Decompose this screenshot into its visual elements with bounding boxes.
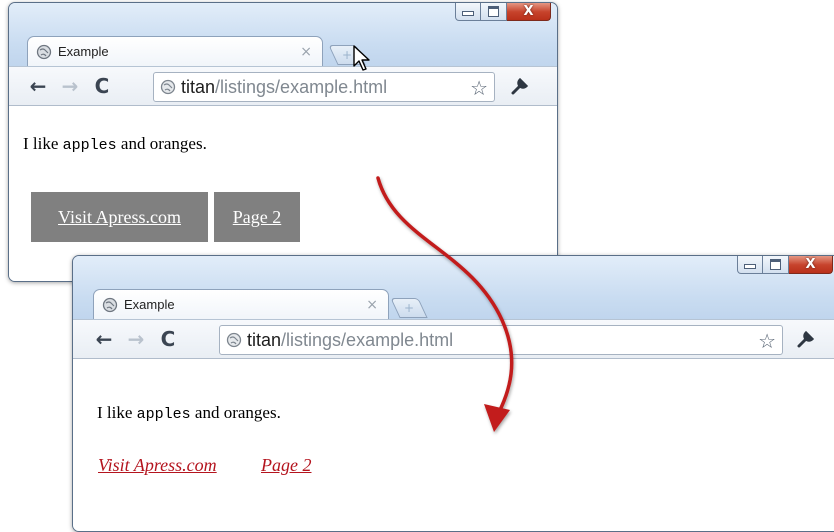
browser-window-before: X Example × + ← → C titan/listings/examp… xyxy=(8,2,558,282)
link-page-2[interactable]: Page 2 xyxy=(261,455,311,476)
forward-arrow-icon: → xyxy=(127,327,145,351)
globe-icon xyxy=(160,79,176,95)
forward-arrow-icon: → xyxy=(61,74,79,98)
browser-toolbar: ← → C titan/listings/example.html ☆ xyxy=(9,66,557,106)
forward-button[interactable]: → xyxy=(57,73,83,99)
tab-example[interactable]: Example × xyxy=(27,36,323,66)
mouse-cursor-icon xyxy=(353,45,370,71)
forward-button[interactable]: → xyxy=(123,326,149,352)
url-text: titan/listings/example.html xyxy=(181,76,388,97)
reload-button[interactable]: C xyxy=(89,73,115,99)
back-button[interactable]: ← xyxy=(25,73,51,99)
browser-window-after: X Example × + ← → C titan/listings/examp… xyxy=(72,255,834,532)
window-controls: X xyxy=(737,256,833,274)
bookmark-star-icon[interactable]: ☆ xyxy=(758,329,776,353)
address-bar[interactable]: titan/listings/example.html ☆ xyxy=(219,325,783,355)
close-window-button[interactable]: X xyxy=(789,256,833,274)
maximize-icon xyxy=(488,5,499,17)
code-span: apples xyxy=(136,406,191,423)
close-icon: X xyxy=(523,3,534,19)
close-window-button[interactable]: X xyxy=(507,3,551,21)
tab-close-icon[interactable]: × xyxy=(300,44,312,60)
reload-icon: C xyxy=(160,327,176,351)
globe-icon xyxy=(226,332,242,348)
maximize-button[interactable] xyxy=(763,256,789,274)
minimize-button[interactable] xyxy=(455,3,481,21)
reload-icon: C xyxy=(94,74,110,98)
link-visit-apress[interactable]: Visit Apress.com xyxy=(98,455,217,476)
close-icon: X xyxy=(805,256,816,272)
link-visit-apress[interactable]: Visit Apress.com xyxy=(31,192,208,242)
window-controls: X xyxy=(455,3,551,21)
tab-example[interactable]: Example × xyxy=(93,289,389,319)
globe-icon xyxy=(36,44,52,59)
back-button[interactable]: ← xyxy=(91,326,117,352)
link-page-2[interactable]: Page 2 xyxy=(214,192,300,242)
reload-button[interactable]: C xyxy=(155,326,181,352)
page-content: I like apples and oranges. Visit Apress.… xyxy=(73,359,834,531)
new-tab-icon: + xyxy=(403,301,415,315)
address-bar[interactable]: titan/listings/example.html ☆ xyxy=(153,72,495,102)
minimize-button[interactable] xyxy=(737,256,763,274)
wrench-icon[interactable] xyxy=(507,73,533,99)
maximize-button[interactable] xyxy=(481,3,507,21)
wrench-icon[interactable] xyxy=(793,326,819,352)
minimize-icon xyxy=(462,11,474,16)
code-span: apples xyxy=(62,137,117,154)
browser-toolbar: ← → C titan/listings/example.html ☆ xyxy=(73,319,834,359)
minimize-icon xyxy=(744,264,756,269)
url-text: titan/listings/example.html xyxy=(247,329,454,350)
paragraph: I like apples and oranges. xyxy=(97,403,281,423)
globe-icon xyxy=(102,297,118,312)
maximize-icon xyxy=(770,258,781,270)
back-arrow-icon: ← xyxy=(29,74,47,98)
tab-title: Example xyxy=(58,44,109,59)
tab-close-icon[interactable]: × xyxy=(366,297,378,313)
back-arrow-icon: ← xyxy=(95,327,113,351)
paragraph: I like apples and oranges. xyxy=(23,134,207,154)
tab-title: Example xyxy=(124,297,175,312)
bookmark-star-icon[interactable]: ☆ xyxy=(470,76,488,100)
